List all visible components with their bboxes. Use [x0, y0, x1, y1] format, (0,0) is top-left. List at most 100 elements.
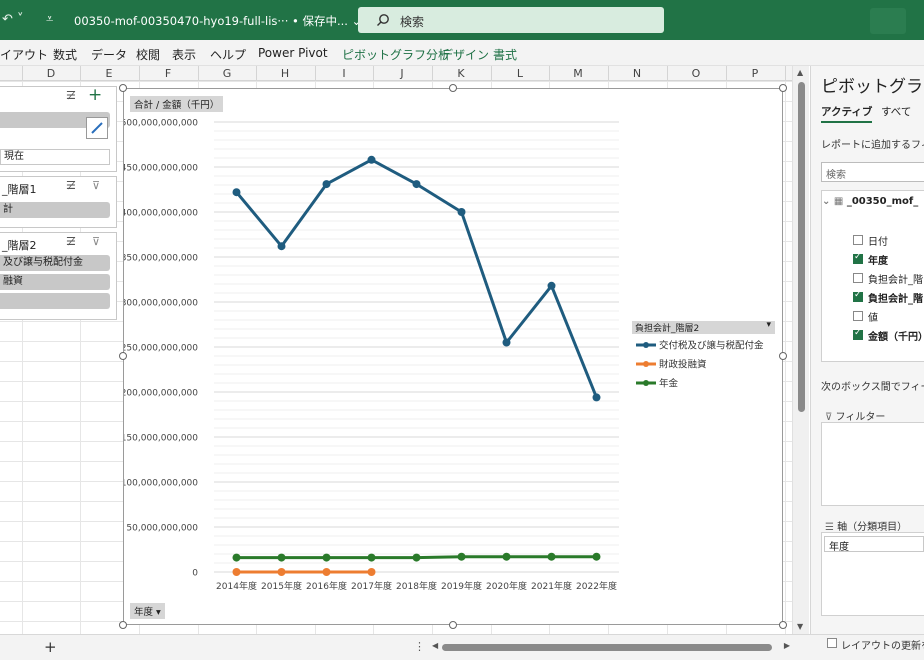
resize-handle[interactable] — [449, 621, 457, 629]
column-header[interactable]: H — [256, 67, 314, 80]
field-label: 負担会計_階 — [868, 275, 923, 286]
data-point — [412, 553, 421, 562]
resize-handle[interactable] — [779, 621, 787, 629]
column-header[interactable]: F — [139, 67, 197, 80]
resize-handle[interactable] — [779, 84, 787, 92]
collapse-icon[interactable]: ⌄ — [822, 196, 830, 207]
slicer-item[interactable] — [0, 293, 110, 309]
undo-icon[interactable]: ↶ ˅ — [2, 12, 24, 27]
data-point — [232, 553, 241, 562]
filter-drop-area[interactable] — [821, 422, 924, 506]
pivot-chart[interactable]: 合計 / 金額（千円） 年度 ▾ 500,000,000,000 450,000,… — [123, 88, 783, 625]
column-header[interactable]: C — [0, 67, 22, 80]
timeline-input[interactable]: 現在 — [0, 149, 110, 165]
field-checkbox[interactable] — [853, 328, 863, 340]
column-header[interactable]: J — [373, 67, 431, 80]
scroll-up-icon[interactable]: ▲ — [797, 68, 803, 77]
slicer-item[interactable]: 融資 — [0, 274, 110, 290]
data-point — [547, 552, 556, 561]
tab-review[interactable]: 校閲 — [136, 46, 160, 63]
legend-marker — [643, 380, 649, 386]
slicer-level2[interactable]: _階層2 ☰̸ ⊽ 及び譲与税配付金 融資 — [0, 232, 117, 320]
tab-data[interactable]: データ — [91, 46, 127, 63]
resize-handle[interactable] — [779, 352, 787, 360]
multi-select-icon[interactable]: ☰̸ — [66, 179, 76, 192]
scroll-down-icon[interactable]: ▼ — [797, 622, 803, 631]
y-tick-label: 250,000,000,000 — [124, 344, 198, 354]
add-sheet-icon[interactable]: + — [44, 638, 57, 656]
column-header[interactable]: O — [667, 67, 725, 80]
resize-handle[interactable] — [119, 352, 127, 360]
legend-field-label: 負担会計_階層2 — [635, 324, 700, 334]
scroll-thumb[interactable] — [798, 82, 805, 412]
field-checkbox[interactable] — [853, 273, 863, 283]
more-options-icon[interactable]: ⋮ — [414, 640, 425, 653]
clear-filter-icon[interactable]: ⊽ — [92, 179, 100, 192]
field-label: 負担会計_階 — [868, 294, 923, 305]
clear-filter-icon[interactable]: ⊽ — [92, 235, 100, 248]
search-box[interactable]: 検索 — [358, 7, 664, 33]
account-avatar[interactable] — [870, 8, 906, 34]
customize-quick-access-icon[interactable]: ⩡ — [46, 12, 53, 27]
tab-help[interactable]: ヘルプ — [210, 46, 246, 63]
field-checkbox[interactable] — [853, 235, 863, 245]
defer-update-checkbox[interactable] — [827, 638, 837, 648]
brush-icon[interactable] — [86, 117, 108, 139]
tab-view[interactable]: 表示 — [172, 46, 196, 63]
data-point — [502, 552, 511, 561]
document-title[interactable]: 00350-mof-00350470-hyo19-full-lis··· • 保… — [74, 13, 361, 29]
tab-formulas[interactable]: 数式 — [53, 46, 77, 63]
field-checkbox[interactable] — [853, 311, 863, 321]
column-header[interactable]: D — [22, 67, 80, 80]
tab-design[interactable]: デザイン — [441, 46, 489, 63]
table-name: _00350_mof_ — [846, 196, 919, 207]
scroll-thumb[interactable] — [442, 644, 772, 651]
column-header[interactable]: K — [432, 67, 490, 80]
tab-page-layout[interactable]: イアウト — [0, 46, 48, 63]
field-list[interactable]: ⌄ ▦ _00350_mof_ 日付年度負担会計_階負担会計_階値金額（千円） — [821, 190, 924, 362]
tab-pivotchart-analyze[interactable]: ピボットグラフ分析 — [342, 46, 450, 63]
tab-format[interactable]: 書式 — [493, 46, 517, 63]
tab-all[interactable]: すべて — [881, 104, 911, 119]
series-line — [235, 158, 598, 398]
tab-power-pivot[interactable]: Power Pivot — [258, 46, 328, 60]
chevron-down-icon: ▾ — [766, 320, 771, 330]
table-item[interactable]: ⌄ ▦ _00350_mof_ — [822, 196, 918, 207]
axis-field-item[interactable]: 年度 — [824, 536, 924, 553]
multi-select-icon[interactable]: ☰̸ — [66, 235, 76, 248]
column-header[interactable]: L — [491, 67, 549, 80]
column-header[interactable]: P — [726, 67, 784, 80]
resize-handle[interactable] — [119, 621, 127, 629]
field-checkbox[interactable] — [853, 290, 863, 302]
data-point — [547, 281, 556, 290]
column-header[interactable]: N — [608, 67, 666, 80]
resize-handle[interactable] — [449, 84, 457, 92]
add-icon[interactable]: + — [88, 85, 102, 105]
slicer-item[interactable]: 計 — [0, 202, 110, 218]
legend-field-button[interactable]: 負担会計_階層2 ▾ — [632, 320, 775, 334]
column-headers: C D E F G H I J K L M N O P — [0, 66, 792, 81]
column-header[interactable]: I — [315, 67, 373, 80]
scroll-left-icon[interactable]: ◀ — [432, 641, 438, 650]
field-checkbox[interactable] — [853, 252, 863, 264]
legend-label: 財政投融資 — [659, 359, 707, 371]
data-point — [592, 552, 601, 561]
tab-active[interactable]: アクティブ — [821, 104, 873, 123]
column-header[interactable]: E — [80, 67, 138, 80]
column-header[interactable]: M — [549, 67, 607, 80]
multi-select-icon[interactable]: ☰̸ — [66, 89, 76, 102]
scroll-right-icon[interactable]: ▶ — [784, 641, 790, 650]
y-tick-label: 0 — [192, 569, 198, 579]
x-tick-label: 2017年度 — [351, 580, 392, 592]
horizontal-scrollbar[interactable]: ◀ ▶ — [432, 641, 790, 653]
resize-handle[interactable] — [119, 84, 127, 92]
field-search-input[interactable]: 検索 — [821, 162, 924, 182]
vertical-scrollbar[interactable]: ▲ ▼ — [792, 66, 809, 634]
sheet-tab-bar: + ⋮ ◀ ▶ — [0, 634, 924, 660]
y-tick-label: 150,000,000,000 — [124, 434, 198, 444]
slicer-item[interactable]: 及び譲与税配付金 — [0, 255, 110, 271]
column-header[interactable]: G — [198, 67, 256, 80]
axis-drop-area[interactable]: 年度 — [821, 532, 924, 616]
slicer-level1[interactable]: _階層1 ☰̸ ⊽ 計 — [0, 176, 117, 228]
timeline-slicer[interactable]: ☰̸ + 現在 — [0, 85, 117, 172]
